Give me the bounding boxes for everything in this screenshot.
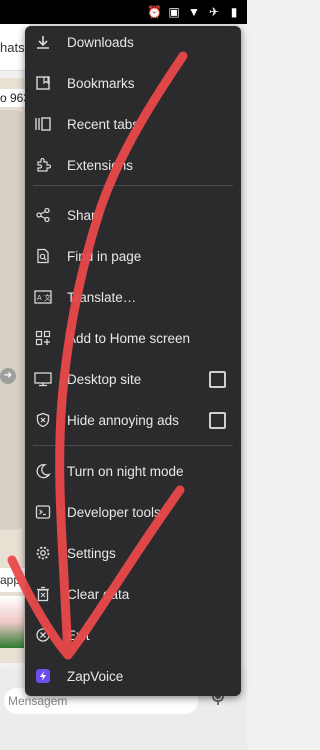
background-tab-title: hats <box>0 40 25 55</box>
forward-icon[interactable]: ➜ <box>0 368 16 384</box>
overflow-menu: Downloads Bookmarks Recent tabs Extensio… <box>25 26 241 696</box>
menu-item-label: Translate… <box>67 289 137 305</box>
menu-item-label: Find in page <box>67 248 142 264</box>
menu-item-label: ZapVoice <box>67 668 124 684</box>
zapvoice-icon <box>33 666 53 686</box>
status-bar: ⏰ ▣ ▼ ✈ ▮ <box>0 0 247 24</box>
menu-divider <box>33 185 233 186</box>
menu-item-recent-tabs[interactable]: Recent tabs <box>25 104 241 144</box>
menu-item-label: Exit <box>67 627 90 643</box>
share-icon <box>33 205 53 225</box>
menu-divider <box>33 445 233 446</box>
trash-icon <box>33 584 53 604</box>
moon-icon <box>33 461 53 481</box>
menu-item-desktop-site[interactable]: Desktop site <box>25 359 241 399</box>
background-card <box>0 110 22 530</box>
airplane-icon: ✈ <box>208 5 220 19</box>
wifi-icon: ▼ <box>188 5 200 19</box>
menu-item-label: Settings <box>67 545 116 561</box>
menu-item-zapvoice[interactable]: ZapVoice <box>25 656 241 696</box>
exit-icon <box>33 625 53 645</box>
find-in-page-icon <box>33 246 53 266</box>
svg-text:文: 文 <box>44 293 51 302</box>
download-icon <box>33 32 53 52</box>
bookmark-icon <box>33 73 53 93</box>
menu-item-label: Developer tools <box>67 504 161 520</box>
desktop-site-checkbox[interactable] <box>209 370 226 388</box>
hide-ads-checkbox[interactable] <box>209 411 226 429</box>
menu-item-label: Hide annoying ads <box>67 412 179 428</box>
menu-item-extensions[interactable]: Extensions <box>25 145 241 185</box>
menu-item-label: Extensions <box>67 157 134 173</box>
recent-tabs-icon <box>33 114 53 134</box>
translate-icon: A文 <box>33 287 53 307</box>
svg-text:A: A <box>37 295 42 302</box>
add-home-icon <box>33 328 53 348</box>
background-image-strip <box>0 596 24 648</box>
terminal-icon <box>33 502 53 522</box>
menu-item-developer-tools[interactable]: Developer tools <box>25 492 241 532</box>
menu-item-label: Desktop site <box>67 371 142 387</box>
menu-item-downloads[interactable]: Downloads <box>25 26 241 62</box>
gear-icon <box>33 543 53 563</box>
menu-item-label: Turn on night mode <box>67 463 184 479</box>
menu-item-label: Bookmarks <box>67 75 135 91</box>
menu-item-find-in-page[interactable]: Find in page <box>25 236 241 276</box>
menu-item-share[interactable]: Share <box>25 195 241 235</box>
menu-item-settings[interactable]: Settings <box>25 533 241 573</box>
menu-item-bookmarks[interactable]: Bookmarks <box>25 63 241 103</box>
desktop-icon <box>33 369 53 389</box>
menu-item-add-to-home-screen[interactable]: Add to Home screen <box>25 318 241 358</box>
menu-item-label: Share <box>67 207 104 223</box>
menu-item-clear-data[interactable]: Clear data <box>25 574 241 614</box>
menu-item-label: Add to Home screen <box>67 330 191 346</box>
menu-item-label: Downloads <box>67 34 134 50</box>
menu-item-hide-annoying-ads[interactable]: Hide annoying ads <box>25 400 241 440</box>
menu-item-label: Recent tabs <box>67 116 140 132</box>
menu-item-exit[interactable]: Exit <box>25 615 241 655</box>
vibrate-icon: ▣ <box>168 5 180 19</box>
menu-item-night-mode[interactable]: Turn on night mode <box>25 451 241 491</box>
shield-icon <box>33 410 53 430</box>
menu-item-translate[interactable]: A文 Translate… <box>25 277 241 317</box>
alarm-icon: ⏰ <box>147 5 162 19</box>
battery-icon: ▮ <box>230 5 238 19</box>
puzzle-icon <box>33 155 53 175</box>
menu-item-label: Clear data <box>67 586 130 602</box>
